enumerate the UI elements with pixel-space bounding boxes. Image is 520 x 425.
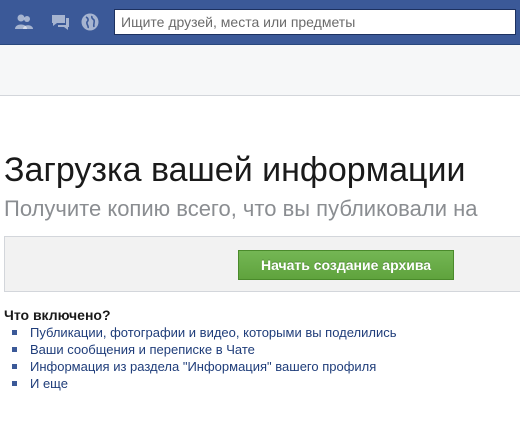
friends-icon[interactable] <box>14 12 34 32</box>
list-item-text: Информация из раздела "Информация" вашег… <box>30 359 377 374</box>
bullet-icon <box>12 330 17 335</box>
messages-icon[interactable] <box>50 12 70 32</box>
included-heading: Что включено? <box>4 307 111 323</box>
included-list: Публикации, фотографии и видео, которыми… <box>12 324 397 392</box>
list-item-text: Публикации, фотографии и видео, которыми… <box>30 325 397 340</box>
list-item-text: Ваши сообщения и переписке в Чате <box>30 342 255 357</box>
bullet-icon <box>12 381 17 386</box>
bullet-icon <box>12 347 17 352</box>
secondary-toolbar <box>0 45 520 96</box>
start-archive-button[interactable]: Начать создание архива <box>238 250 454 280</box>
globe-icon[interactable] <box>80 12 100 32</box>
list-item: И еще <box>12 375 397 392</box>
list-item: Информация из раздела "Информация" вашег… <box>12 358 397 375</box>
list-item: Публикации, фотографии и видео, которыми… <box>12 324 397 341</box>
page-subtitle: Получите копию всего, что вы публиковали… <box>4 196 478 221</box>
list-item: Ваши сообщения и переписке в Чате <box>12 341 397 358</box>
bullet-icon <box>12 364 17 369</box>
page-title: Загрузка вашей информации <box>4 151 466 189</box>
search-input[interactable] <box>114 9 516 35</box>
top-navigation-bar <box>0 0 520 45</box>
list-item-text: И еще <box>30 376 68 391</box>
